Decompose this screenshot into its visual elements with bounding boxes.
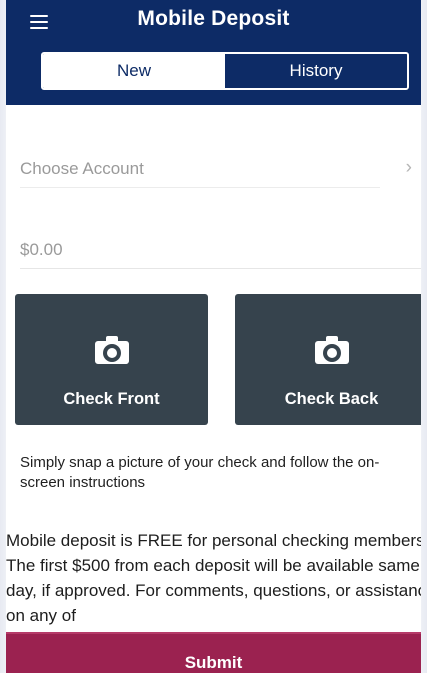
check-front-label: Check Front <box>63 390 160 408</box>
check-back-label: Check Back <box>284 390 379 408</box>
tab-bar: New History <box>41 52 409 90</box>
chevron-right-icon: › <box>405 157 412 178</box>
page-title: Mobile Deposit <box>137 7 290 30</box>
amount-value: $0.00 <box>20 240 63 259</box>
instruction-text: Simply snap a picture of your check and … <box>20 454 380 491</box>
check-front-button[interactable]: Check Front <box>15 294 208 425</box>
mobile-deposit-screen: Mobile Deposit New History Choose Accoun… <box>6 0 421 673</box>
camera-icon <box>314 336 349 364</box>
app-header: Mobile Deposit New History <box>6 0 421 105</box>
amount-field[interactable]: $0.00 <box>20 228 420 268</box>
submit-button[interactable]: Submit <box>6 632 421 673</box>
tab-new[interactable]: New <box>43 54 225 88</box>
camera-icon <box>94 336 129 364</box>
amount-divider <box>20 268 421 269</box>
check-back-button[interactable]: Check Back <box>235 294 421 425</box>
choose-account-selector[interactable]: Choose Account › <box>20 150 412 188</box>
account-divider <box>20 187 380 188</box>
tab-history[interactable]: History <box>225 54 407 88</box>
info-text: Mobile deposit is FREE for personal chec… <box>6 531 421 625</box>
choose-account-label: Choose Account <box>20 159 144 178</box>
